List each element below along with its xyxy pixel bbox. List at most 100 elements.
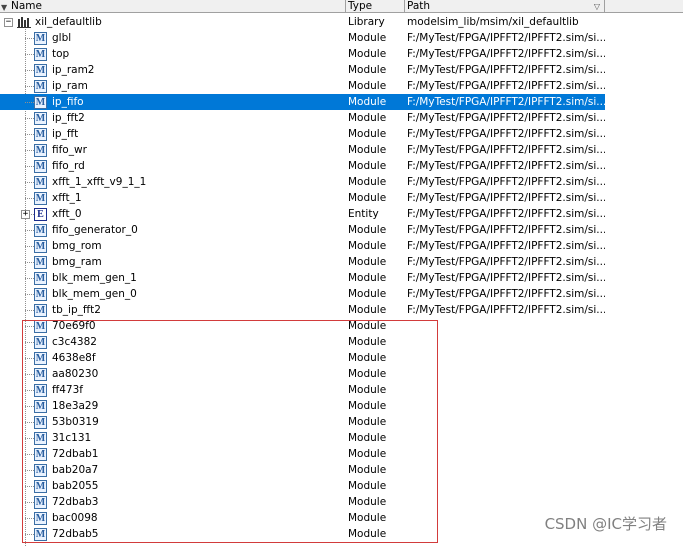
library-icon: [17, 17, 31, 28]
design-unit-type: Module: [348, 176, 387, 188]
tree-row[interactable]: Mip_fft2 Module F:/MyTest/FPGA/IPFFT2/IPFF…: [0, 110, 605, 126]
module-icon: M: [34, 240, 47, 253]
collapse-icon[interactable]: −: [4, 18, 13, 27]
design-unit-name: blk_mem_gen_1: [52, 272, 137, 284]
design-unit-path: F:/MyTest/FPGA/IPFFT2/IPFFT2.sim/si...: [407, 192, 605, 204]
module-icon: M: [34, 176, 47, 189]
design-unit-type: Module: [348, 32, 387, 44]
tree-branch-line: [25, 230, 34, 231]
tree-branch-line: [25, 134, 34, 135]
design-unit-type: Module: [348, 160, 387, 172]
design-unit-name: xfft_1: [52, 192, 82, 204]
module-icon: M: [34, 224, 47, 237]
design-unit-type: Module: [348, 112, 387, 124]
tree-branch-line: [25, 310, 34, 311]
design-unit-name: bmg_rom: [52, 240, 102, 252]
column-header-name-label: Name: [11, 0, 42, 12]
design-unit-path: F:/MyTest/FPGA/IPFFT2/IPFFT2.sim/si...: [407, 176, 605, 188]
design-unit-type: Module: [348, 288, 387, 300]
module-icon: M: [34, 144, 47, 157]
tree-row[interactable]: Mip_ram2 Module F:/MyTest/FPGA/IPFFT2/IPFF…: [0, 62, 605, 78]
tree-row[interactable]: Mglbl Module F:/MyTest/FPGA/IPFFT2/IPFFT2.…: [0, 30, 605, 46]
watermark-text: CSDN @IC学习者: [544, 515, 667, 533]
design-unit-path: F:/MyTest/FPGA/IPFFT2/IPFFT2.sim/si...: [407, 256, 605, 268]
column-header-type-label: Type: [348, 0, 373, 12]
tree-branch-line: [25, 294, 34, 295]
design-unit-path: F:/MyTest/FPGA/IPFFT2/IPFFT2.sim/si...: [407, 208, 605, 220]
design-unit-type: Module: [348, 240, 387, 252]
design-unit-path: F:/MyTest/FPGA/IPFFT2/IPFFT2.sim/si...: [407, 288, 605, 300]
design-unit-name: ip_ram: [52, 80, 88, 92]
module-icon: M: [34, 128, 47, 141]
design-unit-type: Module: [348, 272, 387, 284]
tree-row[interactable]: Mblk_mem_gen_0 Module F:/MyTest/FPGA/IPFFT…: [0, 286, 605, 302]
design-unit-name: top: [52, 48, 70, 60]
design-unit-name: ip_fft: [52, 128, 79, 140]
design-unit-type: Module: [348, 144, 387, 156]
column-header-name[interactable]: ▼ Name: [0, 0, 346, 13]
tree-branch-line: [25, 54, 34, 55]
tree-row[interactable]: Mbmg_ram Module F:/MyTest/FPGA/IPFFT2/IPFF…: [0, 254, 605, 270]
design-unit-name: ip_fft2: [52, 112, 85, 124]
tree-branch-line: [25, 102, 34, 103]
design-unit-type: Module: [348, 96, 387, 108]
tree-branch-line: [25, 70, 34, 71]
module-icon: M: [34, 256, 47, 269]
tree-row[interactable]: Mfifo_rd Module F:/MyTest/FPGA/IPFFT2/IPFF…: [0, 158, 605, 174]
tree-row[interactable]: Mtb_ip_fft2 Module F:/MyTest/FPGA/IPFFT2/I…: [0, 302, 605, 318]
filter-icon[interactable]: ▽: [594, 1, 600, 13]
tree-branch-line: [25, 86, 34, 87]
tree-row[interactable]: Mip_ram Module F:/MyTest/FPGA/IPFFT2/IPFFT…: [0, 78, 605, 94]
design-unit-type: Module: [348, 48, 387, 60]
design-unit-type: Module: [348, 80, 387, 92]
design-unit-path: F:/MyTest/FPGA/IPFFT2/IPFFT2.sim/si...: [407, 80, 605, 92]
design-unit-name: xfft_1_xfft_v9_1_1: [52, 176, 147, 188]
design-unit-name: glbl: [52, 32, 72, 44]
tree-row[interactable]: Mbmg_rom Module F:/MyTest/FPGA/IPFFT2/IPFF…: [0, 238, 605, 254]
tree-branch-line: [25, 262, 34, 263]
design-unit-type: Module: [348, 256, 387, 268]
design-unit-type: Module: [348, 128, 387, 140]
module-icon: M: [34, 288, 47, 301]
design-unit-name: tb_ip_fft2: [52, 304, 101, 316]
design-unit-name: xfft_0: [52, 208, 82, 220]
column-header-path[interactable]: Path ▽: [405, 0, 605, 13]
design-unit-type: Module: [348, 64, 387, 76]
module-icon: M: [34, 64, 47, 77]
design-unit-type: Module: [348, 304, 387, 316]
design-unit-type: Entity: [348, 208, 379, 220]
sort-descending-icon: ▼: [1, 3, 8, 12]
design-unit-type: Module: [348, 192, 387, 204]
module-icon: M: [34, 96, 47, 109]
tree-branch-line: [25, 118, 34, 119]
library-path: modelsim_lib/msim/xil_defaultlib: [407, 16, 579, 28]
module-icon: M: [34, 160, 47, 173]
expand-icon[interactable]: +: [21, 210, 30, 219]
tree-row[interactable]: Mblk_mem_gen_1 Module F:/MyTest/FPGA/IPFFT…: [0, 270, 605, 286]
column-header-path-label: Path: [407, 0, 431, 12]
design-unit-name: bmg_ram: [52, 256, 102, 268]
module-icon: M: [34, 304, 47, 317]
design-unit-path: F:/MyTest/FPGA/IPFFT2/IPFFT2.sim/si...: [407, 304, 605, 316]
design-unit-name: fifo_rd: [52, 160, 85, 172]
tree-row[interactable]: Mtop Module F:/MyTest/FPGA/IPFFT2/IPFFT2.s…: [0, 46, 605, 62]
module-icon: M: [34, 272, 47, 285]
design-unit-path: F:/MyTest/FPGA/IPFFT2/IPFFT2.sim/si...: [407, 112, 605, 124]
tree-row[interactable]: Mfifo_generator_0 Module F:/MyTest/FPGA/IP…: [0, 222, 605, 238]
design-unit-path: F:/MyTest/FPGA/IPFFT2/IPFFT2.sim/si...: [407, 96, 605, 108]
design-unit-path: F:/MyTest/FPGA/IPFFT2/IPFFT2.sim/si...: [407, 64, 605, 76]
tree-row[interactable]: Mfifo_wr Module F:/MyTest/FPGA/IPFFT2/IPFF…: [0, 142, 605, 158]
library-type: Library: [348, 16, 385, 28]
tree-row-library[interactable]: − xil_defaultlib Library modelsim_lib/ms…: [0, 14, 605, 30]
entity-icon: E: [34, 208, 47, 221]
tree-row[interactable]: Mip_fifo Module F:/MyTest/FPGA/IPFFT2/IPFF…: [0, 94, 605, 110]
tree-row[interactable]: + Exfft_0 Entity F:/MyTest/FPGA/IPFFT2/IPFF…: [0, 206, 605, 222]
column-header-type[interactable]: Type: [346, 0, 405, 13]
design-unit-path: F:/MyTest/FPGA/IPFFT2/IPFFT2.sim/si...: [407, 32, 605, 44]
design-unit-name: ip_ram2: [52, 64, 95, 76]
tree-row[interactable]: Mxfft_1 Module F:/MyTest/FPGA/IPFFT2/IPFFT…: [0, 190, 605, 206]
tree-row[interactable]: Mxfft_1_xfft_v9_1_1 Module F:/MyTest/FPGA/…: [0, 174, 605, 190]
tree-row[interactable]: Mip_fft Module F:/MyTest/FPGA/IPFFT2/IPFFT…: [0, 126, 605, 142]
module-icon: M: [34, 80, 47, 93]
design-unit-path: F:/MyTest/FPGA/IPFFT2/IPFFT2.sim/si...: [407, 160, 605, 172]
